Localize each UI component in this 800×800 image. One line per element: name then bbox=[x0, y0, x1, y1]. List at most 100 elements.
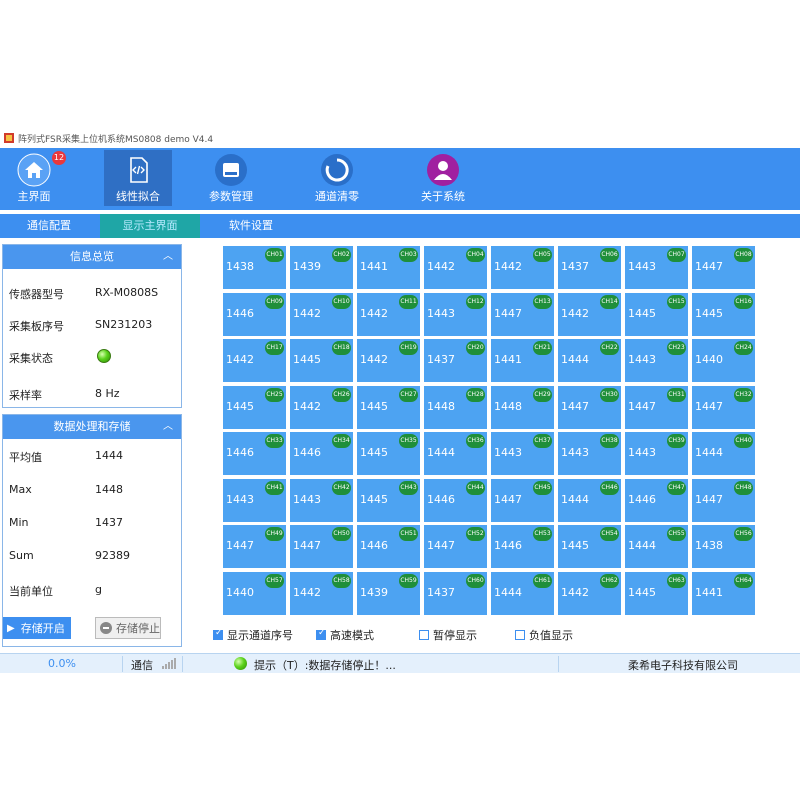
channel-cell[interactable]: 1447 CH08 bbox=[692, 246, 755, 289]
data-processing-panel: 数据处理和存储 ︿ 平均值 1444 Max 1448 Min 1437 Sum… bbox=[2, 414, 182, 647]
channel-index-badge: CH61 bbox=[533, 573, 552, 588]
channel-cell[interactable]: 1443 CH12 bbox=[424, 292, 487, 336]
channel-cell[interactable]: 1440 CH57 bbox=[223, 571, 286, 615]
start-storage-button[interactable]: ▶ 存储开启 bbox=[3, 617, 71, 639]
chevron-up-icon[interactable]: ︿ bbox=[163, 415, 173, 439]
channel-cell[interactable]: 1447 CH30 bbox=[558, 385, 621, 429]
channel-cell[interactable]: 1441 CH64 bbox=[692, 571, 755, 615]
channel-value: 1446 bbox=[427, 492, 455, 506]
info-panel-header[interactable]: 信息总览 ︿ bbox=[3, 245, 181, 269]
toolbar-zero-button[interactable]: 通道清零 bbox=[303, 150, 371, 206]
chevron-up-icon[interactable]: ︿ bbox=[163, 245, 173, 269]
toolbar-about-button[interactable]: 关于系统 bbox=[409, 150, 477, 206]
channel-cell[interactable]: 1447 CH45 bbox=[491, 478, 554, 522]
channel-cell[interactable]: 1445 CH63 bbox=[625, 571, 688, 615]
channel-cell[interactable]: 1443 CH38 bbox=[558, 432, 621, 475]
channel-cell[interactable]: 1441 CH21 bbox=[491, 339, 554, 382]
channel-cell[interactable]: 1447 CH32 bbox=[692, 385, 755, 429]
sample-rate-value: 8 Hz bbox=[95, 387, 120, 400]
channel-cell[interactable]: 1440 CH24 bbox=[692, 339, 755, 382]
channel-cell[interactable]: 1443 CH39 bbox=[625, 432, 688, 475]
sample-rate-label: 采样率 bbox=[9, 389, 42, 402]
channel-cell[interactable]: 1448 CH29 bbox=[491, 385, 554, 429]
channel-cell[interactable]: 1448 CH28 bbox=[424, 385, 487, 429]
channel-cell[interactable]: 1445 CH54 bbox=[558, 525, 621, 568]
channel-cell[interactable]: 1439 CH59 bbox=[357, 571, 420, 615]
channel-cell[interactable]: 1443 CH42 bbox=[290, 478, 353, 522]
channel-value: 1443 bbox=[628, 353, 656, 366]
toolbar-linear-fit-button[interactable]: 线性拟合 bbox=[104, 150, 172, 206]
channel-cell[interactable]: 1438 CH56 bbox=[692, 525, 755, 568]
channel-cell[interactable]: 1442 CH14 bbox=[558, 292, 621, 336]
channel-value: 1443 bbox=[427, 306, 455, 320]
channel-cell[interactable]: 1447 CH52 bbox=[424, 525, 487, 568]
channel-cell[interactable]: 1443 CH23 bbox=[625, 339, 688, 382]
channel-cell[interactable]: 1447 CH31 bbox=[625, 385, 688, 429]
channel-cell[interactable]: 1441 CH03 bbox=[357, 246, 420, 289]
channel-cell[interactable]: 1445 CH25 bbox=[223, 385, 286, 429]
channel-cell[interactable]: 1447 CH48 bbox=[692, 478, 755, 522]
channel-cell[interactable]: 1444 CH40 bbox=[692, 432, 755, 475]
channel-cell[interactable]: 1445 CH27 bbox=[357, 385, 420, 429]
average-value: 1444 bbox=[95, 449, 123, 462]
channel-cell[interactable]: 1438 CH01 bbox=[223, 246, 286, 289]
toolbar-params-button[interactable]: 参数管理 bbox=[197, 150, 265, 206]
channel-cell[interactable]: 1444 CH22 bbox=[558, 339, 621, 382]
channel-cell[interactable]: 1437 CH20 bbox=[424, 339, 487, 382]
channel-cell[interactable]: 1447 CH13 bbox=[491, 292, 554, 336]
channel-cell[interactable]: 1442 CH62 bbox=[558, 571, 621, 615]
channel-value: 1447 bbox=[628, 399, 656, 413]
channel-cell[interactable]: 1444 CH61 bbox=[491, 571, 554, 615]
high-speed-checkbox[interactable]: 高速模式 bbox=[316, 627, 374, 643]
channel-cell[interactable]: 1443 CH37 bbox=[491, 432, 554, 475]
pause-display-checkbox[interactable]: 暂停显示 bbox=[419, 627, 477, 643]
channel-cell[interactable]: 1446 CH34 bbox=[290, 432, 353, 475]
channel-cell[interactable]: 1446 CH53 bbox=[491, 525, 554, 568]
channel-cell[interactable]: 1437 CH06 bbox=[558, 246, 621, 289]
channel-cell[interactable]: 1444 CH55 bbox=[625, 525, 688, 568]
channel-cell[interactable]: 1445 CH43 bbox=[357, 478, 420, 522]
negative-display-checkbox[interactable]: 负值显示 bbox=[515, 627, 573, 643]
stop-storage-button[interactable]: 存储停止 bbox=[95, 617, 161, 639]
channel-cell[interactable]: 1445 CH16 bbox=[692, 292, 755, 336]
channel-cell[interactable]: 1445 CH15 bbox=[625, 292, 688, 336]
channel-cell[interactable]: 1442 CH26 bbox=[290, 385, 353, 429]
tab-comm-config[interactable]: 通信配置 bbox=[0, 214, 98, 238]
channel-cell[interactable]: 1442 CH17 bbox=[223, 339, 286, 382]
channel-cell[interactable]: 1442 CH10 bbox=[290, 292, 353, 336]
toolbar-home-button[interactable]: 12 主界面 bbox=[0, 150, 68, 206]
comm-label: 通信 bbox=[131, 659, 153, 672]
channel-cell[interactable]: 1442 CH05 bbox=[491, 246, 554, 289]
channel-cell[interactable]: 1447 CH50 bbox=[290, 525, 353, 568]
channel-cell[interactable]: 1444 CH46 bbox=[558, 478, 621, 522]
tab-software-settings[interactable]: 软件设置 bbox=[202, 214, 300, 238]
channel-cell[interactable]: 1442 CH04 bbox=[424, 246, 487, 289]
channel-cell[interactable]: 1447 CH49 bbox=[223, 525, 286, 568]
channel-cell[interactable]: 1442 CH11 bbox=[357, 292, 420, 336]
channel-cell[interactable]: 1437 CH60 bbox=[424, 571, 487, 615]
channel-cell[interactable]: 1446 CH51 bbox=[357, 525, 420, 568]
checkbox-checked-icon bbox=[316, 628, 326, 640]
channel-value: 1444 bbox=[628, 539, 656, 552]
channel-cell[interactable]: 1439 CH02 bbox=[290, 246, 353, 289]
channel-cell[interactable]: 1446 CH47 bbox=[625, 478, 688, 522]
show-channel-index-checkbox[interactable]: 显示通道序号 bbox=[213, 627, 293, 643]
tab-main-display[interactable]: 显示主界面 bbox=[100, 214, 200, 238]
channel-index-badge: CH22 bbox=[600, 341, 619, 355]
channel-cell[interactable]: 1443 CH07 bbox=[625, 246, 688, 289]
signal-strength-icon bbox=[162, 658, 177, 669]
channel-cell[interactable]: 1442 CH58 bbox=[290, 571, 353, 615]
channel-cell[interactable]: 1443 CH41 bbox=[223, 478, 286, 522]
channel-cell[interactable]: 1446 CH33 bbox=[223, 432, 286, 475]
channel-cell[interactable]: 1445 CH18 bbox=[290, 339, 353, 382]
channel-cell[interactable]: 1445 CH35 bbox=[357, 432, 420, 475]
channel-value: 1445 bbox=[360, 399, 388, 413]
data-panel-header[interactable]: 数据处理和存储 ︿ bbox=[3, 415, 181, 439]
channel-cell[interactable]: 1446 CH09 bbox=[223, 292, 286, 336]
channel-index-badge: CH15 bbox=[667, 294, 686, 309]
sum-value: 92389 bbox=[95, 549, 130, 562]
channel-value: 1443 bbox=[561, 446, 589, 459]
channel-cell[interactable]: 1446 CH44 bbox=[424, 478, 487, 522]
channel-cell[interactable]: 1444 CH36 bbox=[424, 432, 487, 475]
channel-cell[interactable]: 1442 CH19 bbox=[357, 339, 420, 382]
